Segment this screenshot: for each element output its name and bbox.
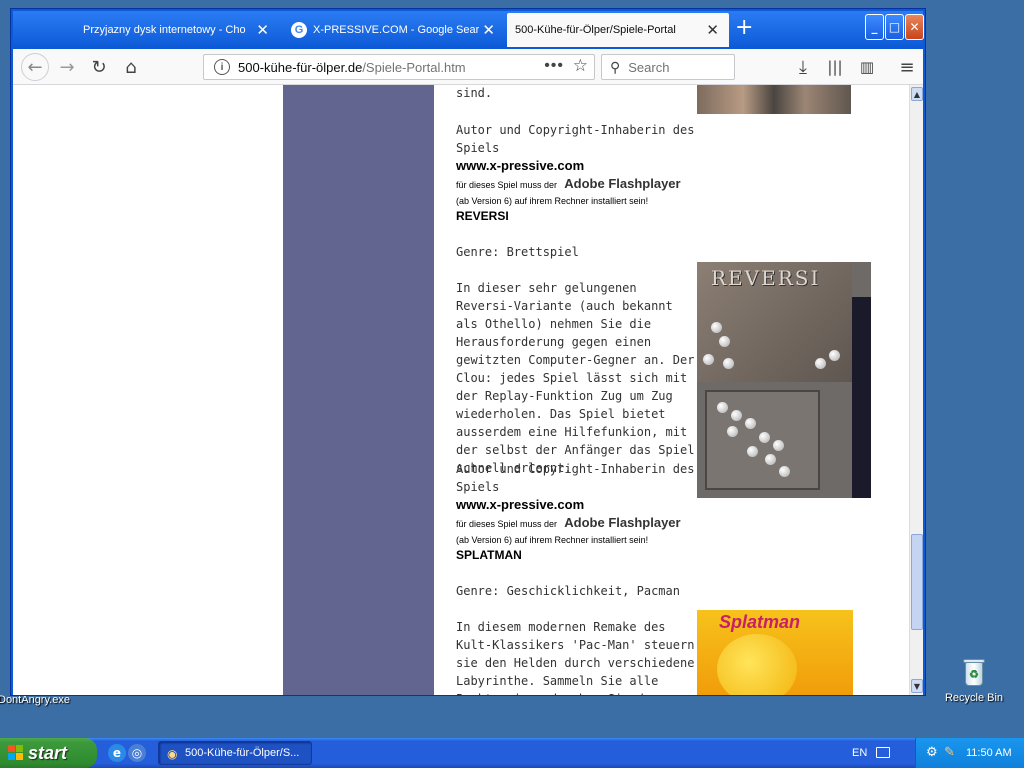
info-icon[interactable]: i xyxy=(214,59,230,75)
flash-name: Adobe Flashplayer xyxy=(564,176,681,191)
search-placeholder: Search xyxy=(628,59,670,75)
flash-prefix: für dieses Spiel muss der xyxy=(456,180,558,190)
website-link[interactable]: www.x-pressive.com xyxy=(456,157,700,175)
website-link[interactable]: www.x-pressive.com xyxy=(456,496,700,514)
menu-icon[interactable]: ≡ xyxy=(895,55,919,79)
scroll-up-arrow[interactable]: ▲ xyxy=(911,87,923,101)
url-host: 500-kühe-für-ölper.de xyxy=(238,59,363,75)
reversi-screenshot: REVERSI xyxy=(697,262,871,498)
language-indicator[interactable]: EN xyxy=(852,747,867,759)
splatman-genre: Genre: Geschicklichkeit, Pacman xyxy=(456,584,680,598)
tab-title: Przyjazny dysk internetowy - Cho xyxy=(83,24,246,36)
reversi-heading: REVERSI xyxy=(456,209,509,223)
flash-suffix: (ab Version 6) auf ihrem Rechner install… xyxy=(456,196,649,206)
tray-app-icon[interactable]: ⚙ xyxy=(926,744,938,760)
close-window-button[interactable]: ✕ xyxy=(905,14,924,40)
page-left-area xyxy=(13,85,283,695)
flash-suffix: (ab Version 6) auf ihrem Rechner install… xyxy=(456,535,649,545)
reversi-image-title: REVERSI xyxy=(711,266,821,290)
author-block-2: Autor und Copyright-Inhaberin des Spiels… xyxy=(456,460,700,547)
tab-google-search[interactable]: G X-PRESSIVE.COM - Google Search ✕ xyxy=(285,13,505,47)
google-icon: G xyxy=(291,22,307,38)
tab-strip: Przyjazny dysk internetowy - Cho ✕ G X-P… xyxy=(13,11,924,49)
windows-logo-icon xyxy=(8,745,24,761)
internet-explorer-icon[interactable]: e xyxy=(108,744,126,762)
page-left-band xyxy=(283,85,434,695)
new-tab-button[interactable]: + xyxy=(735,17,753,39)
clock[interactable]: 11:50 AM xyxy=(966,747,1012,759)
keyboard-icon[interactable] xyxy=(876,747,890,758)
library-icon[interactable]: ||| xyxy=(823,55,847,79)
taskbar: start e ◎ ◉ 500-Kühe-für-Ölper/S... EN ⚙… xyxy=(0,738,1024,768)
bookmark-star-icon[interactable]: ☆ xyxy=(573,56,588,76)
close-tab-icon[interactable]: ✕ xyxy=(256,21,269,39)
reversi-genre: Genre: Brettspiel xyxy=(456,245,579,259)
search-input[interactable]: ⚲ Search xyxy=(601,54,735,80)
recycle-bin-label: Recycle Bin xyxy=(944,692,1004,704)
page-content: sind. Autor und Copyright-Inhaberin des … xyxy=(434,85,909,695)
scrollbar-thumb[interactable] xyxy=(911,534,923,630)
tray-tool-icon[interactable]: ✎ xyxy=(944,744,955,760)
author-line: Autor und Copyright-Inhaberin des Spiels xyxy=(456,462,695,494)
reversi-description: In dieser sehr gelungenen Reversi-Varian… xyxy=(456,281,695,475)
author-block-1: Autor und Copyright-Inhaberin des Spiels… xyxy=(456,121,700,208)
recycle-bin-icon[interactable]: ♻ Recycle Bin xyxy=(934,656,1014,704)
flash-prefix: für dieses Spiel muss der xyxy=(456,519,558,529)
browser-window: Przyjazny dysk internetowy - Cho ✕ G X-P… xyxy=(10,8,926,696)
splatman-screenshot: Splatman xyxy=(697,610,853,695)
forward-button[interactable]: → xyxy=(55,55,79,79)
tab-title: X-PRESSIVE.COM - Google Search xyxy=(313,24,479,36)
sidebar-icon[interactable]: ▥ xyxy=(855,55,879,79)
tab-title: 500-Kühe-für-Ölper/Spiele-Portal xyxy=(515,24,676,36)
start-label: start xyxy=(28,742,68,763)
minimize-button[interactable]: _ xyxy=(865,14,884,40)
previous-game-screenshot xyxy=(697,85,851,114)
page-actions-icon[interactable]: ••• xyxy=(544,57,564,75)
maximize-button[interactable]: □ xyxy=(885,14,904,40)
text-fragment: sind. xyxy=(456,86,493,100)
splatman-image-title: Splatman xyxy=(719,612,801,632)
flash-name: Adobe Flashplayer xyxy=(564,515,681,530)
nav-toolbar: ← → ↻ ⌂ i 500-kühe-für-ölper.de /Spiele-… xyxy=(13,49,923,85)
close-tab-icon[interactable]: ✕ xyxy=(482,21,495,39)
browser-quicklaunch-icon[interactable]: ◎ xyxy=(128,744,146,762)
home-button[interactable]: ⌂ xyxy=(119,55,143,79)
search-icon: ⚲ xyxy=(610,58,621,75)
downloads-icon[interactable]: ⤓ xyxy=(791,55,815,79)
url-path: /Spiele-Portal.htm xyxy=(362,59,466,75)
splatman-heading: SPLATMAN xyxy=(456,548,522,562)
splatman-description: In diesem modernen Remake des Kult-Klass… xyxy=(456,620,695,695)
start-button[interactable]: start xyxy=(0,738,97,768)
vertical-scrollbar[interactable]: ▲ ▼ xyxy=(909,85,923,695)
tab-przyjazny[interactable]: Przyjazny dysk internetowy - Cho ✕ xyxy=(83,13,279,47)
taskbar-window-button[interactable]: ◉ 500-Kühe-für-Ölper/S... xyxy=(158,741,312,765)
close-tab-icon[interactable]: ✕ xyxy=(706,21,719,39)
taskbar-window-label: 500-Kühe-für-Ölper/S... xyxy=(185,747,300,759)
url-bar[interactable]: i 500-kühe-für-ölper.de /Spiele-Portal.h… xyxy=(203,54,595,80)
recycle-bin-image: ♻ xyxy=(959,656,989,688)
page-viewport: sind. Autor und Copyright-Inhaberin des … xyxy=(13,85,909,695)
reload-button[interactable]: ↻ xyxy=(87,55,111,79)
tab-spiele-portal[interactable]: 500-Kühe-für-Ölper/Spiele-Portal ✕ xyxy=(507,13,729,47)
firefox-icon: ◉ xyxy=(167,747,178,761)
back-button[interactable]: ← xyxy=(21,53,49,81)
author-line: Autor und Copyright-Inhaberin des Spiels xyxy=(456,123,695,155)
system-tray: ⚙ ✎ 11:50 AM xyxy=(915,738,1024,768)
scroll-down-arrow[interactable]: ▼ xyxy=(911,679,923,693)
